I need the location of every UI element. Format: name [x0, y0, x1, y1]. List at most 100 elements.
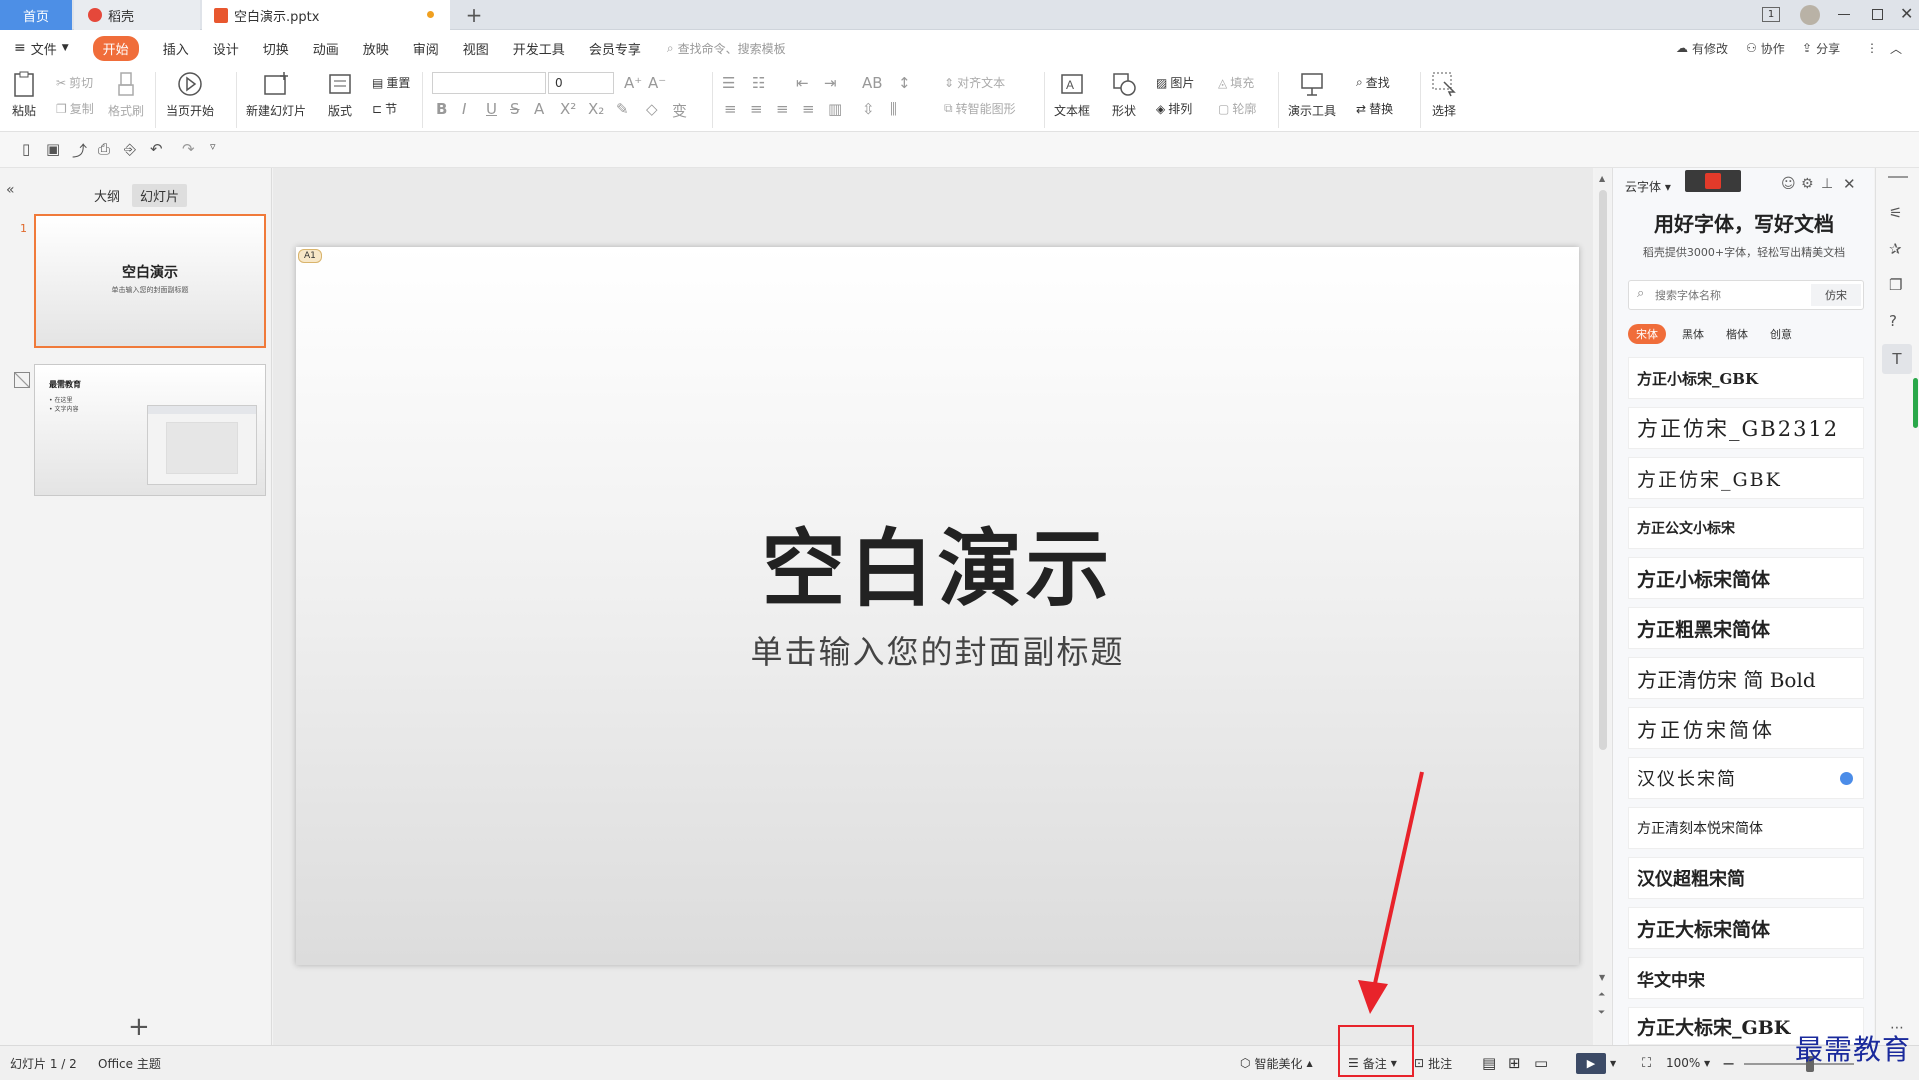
- column-icon[interactable]: ⫼: [890, 100, 897, 118]
- smart-art-button[interactable]: ⧉ 转智能图形: [944, 100, 1016, 117]
- cloud-font-dropdown[interactable]: 云字体 ▾: [1625, 178, 1671, 195]
- textbox-button[interactable]: A 文本框: [1054, 70, 1090, 119]
- zoom-dropdown-icon[interactable]: ▼: [1704, 1046, 1710, 1080]
- font-search-input[interactable]: [1655, 285, 1805, 305]
- menu-view[interactable]: 视图: [451, 30, 501, 66]
- pin-icon[interactable]: ⊥: [1821, 176, 1833, 192]
- paste-button[interactable]: 粘贴: [10, 70, 38, 119]
- menu-slideshow[interactable]: 放映: [351, 30, 401, 66]
- menu-member[interactable]: 会员专享: [577, 30, 653, 66]
- file-menu[interactable]: ≡ 文件 ▼: [0, 30, 81, 66]
- cut-button[interactable]: ✂ 剪切: [56, 74, 93, 91]
- tab-slides[interactable]: 幻灯片: [132, 184, 188, 207]
- theme-name[interactable]: Office 主题: [98, 1046, 161, 1080]
- font-item[interactable]: 方正清刻本悦宋简体: [1628, 807, 1864, 849]
- subscript-icon[interactable]: X₂: [588, 100, 604, 118]
- align-left-icon[interactable]: ≡: [724, 100, 737, 118]
- cloud-font-toggle-icon[interactable]: T: [1882, 344, 1912, 374]
- share-button[interactable]: ⇪ 分享: [1802, 30, 1840, 66]
- menu-review[interactable]: 审阅: [401, 30, 451, 66]
- add-slide-button[interactable]: +: [128, 1012, 150, 1042]
- canvas-scrollbar[interactable]: ▲ ▼ ⏶ ⏷: [1595, 168, 1611, 1045]
- align-right-icon[interactable]: ≡: [776, 100, 789, 118]
- zoom-level[interactable]: 100%: [1666, 1046, 1700, 1080]
- grow-font-icon[interactable]: A⁺: [624, 74, 642, 92]
- restore-icon[interactable]: [1872, 9, 1883, 20]
- paragraph-spacing-icon[interactable]: ⇳: [862, 100, 875, 118]
- customize-icon[interactable]: ▿: [210, 140, 216, 153]
- font-item[interactable]: 方正粗黑宋简体: [1628, 607, 1864, 649]
- tab-outline[interactable]: 大纲: [86, 184, 128, 207]
- reset-button[interactable]: ▤ 重置: [372, 74, 410, 91]
- font-name-select[interactable]: [432, 72, 546, 94]
- undo-icon[interactable]: ↶: [150, 140, 163, 158]
- copy-button[interactable]: ❐ 复制: [56, 100, 94, 117]
- menu-start[interactable]: 开始: [81, 30, 151, 66]
- font-item[interactable]: 汉仪超粗宋简: [1628, 857, 1864, 899]
- layout-button[interactable]: 版式: [326, 70, 354, 119]
- save-icon[interactable]: ▣: [46, 140, 60, 158]
- distribute-icon[interactable]: ▥: [828, 100, 842, 118]
- redo-icon[interactable]: ↷: [182, 140, 195, 158]
- beautify-button[interactable]: ⬡ 智能美化 ▲: [1240, 1046, 1313, 1080]
- animation-icon[interactable]: ✰: [1889, 240, 1902, 258]
- reading-view-icon[interactable]: ▭: [1534, 1046, 1548, 1080]
- minimize-icon[interactable]: [1838, 14, 1850, 15]
- fill-button[interactable]: ◬ 填充: [1218, 74, 1254, 91]
- font-color-icon[interactable]: A: [534, 100, 544, 118]
- format-painter-button[interactable]: 格式刷: [108, 70, 144, 119]
- scroll-down-icon[interactable]: ▼: [1599, 973, 1605, 982]
- menu-developer[interactable]: 开发工具: [501, 30, 577, 66]
- close-panel-icon[interactable]: ✕: [1843, 175, 1856, 193]
- tab-daoke[interactable]: 稻壳: [74, 0, 200, 30]
- font-item[interactable]: 方正大标宋简体: [1628, 907, 1864, 949]
- justify-icon[interactable]: ≡: [802, 100, 815, 118]
- indent-decrease-icon[interactable]: ⇤: [796, 74, 809, 92]
- tab-document[interactable]: 空白演示.pptx: [202, 0, 450, 30]
- outline-button[interactable]: ▢ 轮廓: [1218, 100, 1256, 117]
- print-preview-icon[interactable]: ⎆: [124, 140, 136, 158]
- font-item[interactable]: 方正仿宋_GB2312: [1628, 407, 1864, 449]
- slide-thumbnail-1[interactable]: 空白演示 单击输入您的封面副标题: [34, 214, 266, 348]
- replace-button[interactable]: ⇄ 替换: [1356, 100, 1393, 117]
- more-icon[interactable]: ⋮: [1866, 30, 1878, 66]
- output-icon[interactable]: ⤴: [72, 140, 87, 161]
- slide-switch-icon[interactable]: ❐: [1889, 276, 1902, 294]
- present-tools-button[interactable]: 演示工具: [1288, 70, 1336, 119]
- font-category-kaiti[interactable]: 楷体: [1720, 324, 1754, 344]
- text-effect-icon[interactable]: 变: [672, 100, 687, 121]
- slide-thumbnail-2[interactable]: 最需教育 • 在这里 • 文字内容: [34, 364, 266, 496]
- line-spacing-icon[interactable]: ↕: [898, 74, 911, 92]
- play-slideshow-button[interactable]: ▶: [1576, 1053, 1606, 1074]
- clear-format-icon[interactable]: ◇: [646, 100, 658, 118]
- avatar[interactable]: [1800, 5, 1820, 25]
- command-search[interactable]: ⌕ 查找命令、搜索模板: [667, 40, 786, 57]
- zoom-out-icon[interactable]: −: [1722, 1046, 1735, 1080]
- font-item[interactable]: 汉仪长宋简: [1628, 757, 1864, 799]
- tab-home[interactable]: 首页: [0, 0, 72, 30]
- superscript-icon[interactable]: X²: [560, 100, 576, 118]
- collab-button[interactable]: ⚇ 协作: [1746, 30, 1785, 66]
- font-item[interactable]: 方正仿宋_GBK: [1628, 457, 1864, 499]
- menu-insert[interactable]: 插入: [151, 30, 201, 66]
- font-item[interactable]: 方正小标宋_GBK: [1628, 357, 1864, 399]
- select-button[interactable]: 选择: [1430, 70, 1458, 119]
- bullet-list-icon[interactable]: ☰: [722, 74, 735, 92]
- font-item[interactable]: 华文中宋: [1628, 957, 1864, 999]
- normal-view-icon[interactable]: ▤: [1482, 1046, 1496, 1080]
- indent-increase-icon[interactable]: ⇥: [824, 74, 837, 92]
- underline-icon[interactable]: U: [486, 100, 497, 118]
- align-center-icon[interactable]: ≡: [750, 100, 763, 118]
- slide-subtitle[interactable]: 单击输入您的封面副标题: [296, 627, 1579, 673]
- italic-icon[interactable]: I: [462, 100, 466, 118]
- collapse-ribbon-icon[interactable]: ︿: [1890, 30, 1902, 66]
- has-changes-button[interactable]: ☁ 有修改: [1676, 30, 1728, 66]
- play-from-current-button[interactable]: 当页开始: [166, 70, 214, 119]
- font-search-box[interactable]: ⌕ 仿宋: [1628, 280, 1864, 310]
- highlight-icon[interactable]: ✎: [616, 100, 629, 118]
- font-item[interactable]: 方正小标宋简体: [1628, 557, 1864, 599]
- window-count-badge[interactable]: 1: [1762, 7, 1780, 22]
- font-item[interactable]: 方正公文小标宋: [1628, 507, 1864, 549]
- align-text-button[interactable]: ⇕ 对齐文本: [944, 74, 1005, 91]
- prev-page-icon[interactable]: ⏶: [1598, 990, 1605, 1000]
